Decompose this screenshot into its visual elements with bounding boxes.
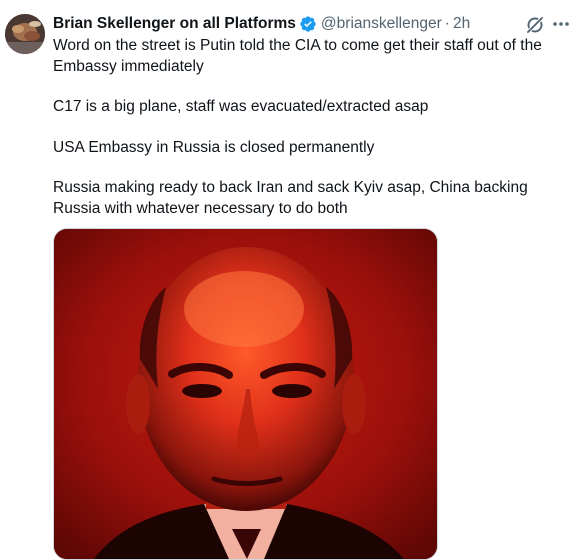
more-options-icon[interactable] (551, 16, 571, 32)
portrait-image (54, 229, 437, 559)
avatar[interactable] (5, 14, 45, 54)
tweet-paragraph: Russia making ready to back Iran and sac… (53, 179, 528, 217)
avatar-image (5, 14, 45, 54)
grok-icon[interactable] (524, 14, 546, 36)
display-name[interactable]: Brian Skellenger on all Platforms (53, 14, 296, 34)
tweet-header: Brian Skellenger on all Platforms @brian… (53, 13, 470, 35)
tweet-media-image[interactable] (53, 228, 438, 560)
tweet-paragraph: C17 is a big plane, staff was evacuated/… (53, 98, 429, 115)
tweet-paragraph: Word on the street is Putin told the CIA… (53, 37, 542, 75)
tweet-text: Word on the street is Putin told the CIA… (53, 36, 572, 219)
tweet[interactable]: Brian Skellenger on all Platforms @brian… (0, 0, 572, 560)
header-separator: · (444, 15, 450, 32)
user-handle[interactable]: @brianskellenger (321, 14, 442, 34)
verified-badge-icon (299, 15, 317, 33)
timestamp[interactable]: 2h (453, 14, 470, 34)
tweet-paragraph: USA Embassy in Russia is closed permanen… (53, 138, 375, 156)
